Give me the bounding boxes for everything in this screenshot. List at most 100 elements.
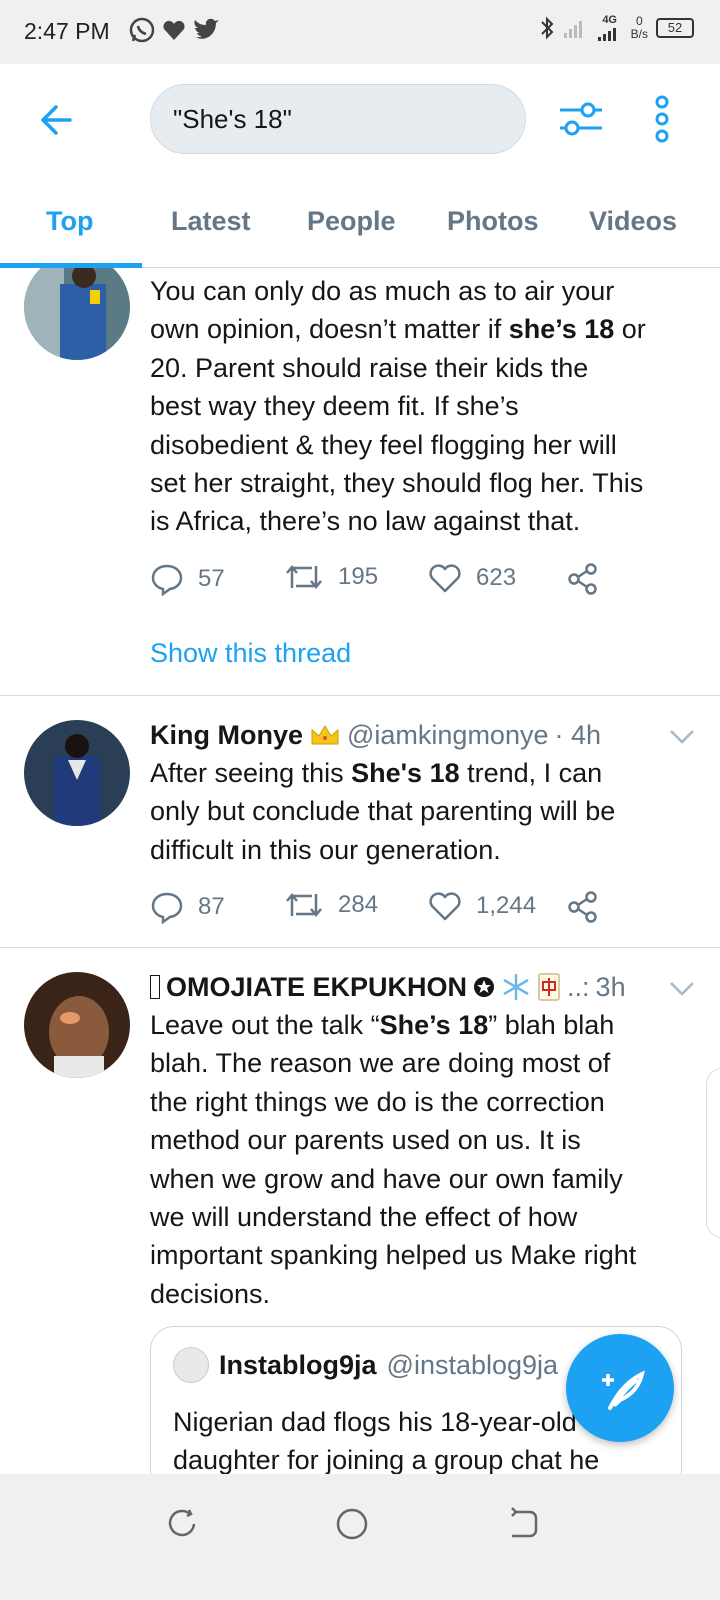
reply-icon	[151, 892, 183, 924]
crown-emoji-icon	[311, 725, 339, 745]
share-icon	[568, 563, 597, 595]
tweet-text: You can only do as much as to air your o…	[150, 272, 690, 541]
share-button[interactable]	[566, 890, 600, 924]
tab-videos[interactable]: Videos	[589, 206, 677, 237]
retweet-icon	[286, 565, 322, 589]
retweet-button[interactable]: 284	[284, 890, 378, 920]
like-button[interactable]: 623	[428, 562, 516, 594]
like-count: 623	[476, 564, 517, 591]
tweet-text-line: blah. The reason we are doing most of	[150, 1048, 611, 1079]
bluetooth-icon	[540, 16, 554, 40]
author-name[interactable]: OMOJIATE EKPUKHON	[166, 968, 467, 1006]
tweet-content: King Monye @iamkingmonye · 4h After seei…	[150, 716, 690, 869]
search-filter-icon[interactable]	[558, 96, 604, 142]
tab-latest[interactable]: Latest	[171, 206, 251, 237]
mahjong-tile-icon	[538, 973, 560, 1001]
reply-icon	[151, 564, 183, 596]
reply-button[interactable]: 57	[150, 562, 225, 596]
snowflake-emoji-icon	[503, 974, 529, 1000]
avatar[interactable]	[24, 268, 130, 360]
tweet-text-line: we will understand the effect of how	[150, 1202, 578, 1233]
network-type-label: 4G	[602, 14, 617, 26]
compose-feather-icon	[602, 1370, 645, 1410]
tweet-header: King Monye @iamkingmonye · 4h	[150, 716, 690, 754]
tweet-text-line: important spanking helped us Make right	[150, 1240, 637, 1271]
tweet-header: OMOJIATE EKPUKHON ..: 3h	[150, 968, 690, 1006]
quoted-avatar	[173, 1347, 209, 1383]
tweet-feed[interactable]: You can only do as much as to air your o…	[0, 268, 720, 1474]
tweet[interactable]: King Monye @iamkingmonye · 4h After seei…	[0, 696, 720, 948]
reply-count: 57	[198, 565, 225, 592]
author-handle[interactable]: @iamkingmonye	[347, 716, 549, 754]
tweet-time: 3h	[595, 972, 626, 1002]
signal-icon	[563, 21, 582, 38]
like-icon	[429, 892, 461, 921]
status-bar: 2:47 PM 4G 0 B/s 52	[0, 0, 720, 64]
speed-unit: B/s	[630, 27, 648, 41]
home-icon[interactable]	[332, 1504, 372, 1544]
tweet[interactable]: You can only do as much as to air your o…	[0, 268, 720, 696]
quoted-author-handle[interactable]: @instablog9ja	[387, 1350, 559, 1381]
author-name[interactable]: King Monye	[150, 716, 303, 754]
back-arrow-icon[interactable]	[36, 100, 76, 140]
status-indicators: 4G 0 B/s 52	[539, 14, 694, 42]
tweet-text-line: the right things we do is the correction	[150, 1086, 605, 1117]
tweet-text-line: only but conclude that parenting will be	[150, 796, 616, 827]
edge-panel-handle[interactable]	[706, 1068, 720, 1238]
star-badge-icon	[474, 977, 495, 997]
tweet-text-line: when we grow and have our own family	[150, 1163, 623, 1194]
tweet-text-line: best way they deem fit. If she’s	[150, 391, 519, 422]
tweet-time: · 4h	[554, 720, 602, 750]
whatsapp-icon	[129, 17, 155, 43]
tweet-actions: 87 284 1,244	[150, 890, 620, 930]
tweet-text-line: disobedient & they feel flogging her wil…	[150, 429, 617, 460]
chevron-down-icon[interactable]	[668, 728, 696, 746]
retweet-count: 195	[338, 563, 379, 590]
tweet-text-line: decisions.	[150, 1278, 271, 1309]
status-time: 2:47 PM	[24, 18, 110, 44]
tweet-text-line: difficult in this our generation.	[150, 834, 501, 865]
tweet-text-line: 20. Parent should raise their kids the	[150, 352, 589, 383]
chevron-down-icon[interactable]	[668, 980, 696, 998]
tweet-text-line: set her straight, they should flog her. …	[150, 468, 644, 499]
search-header: "She's 18"	[0, 64, 720, 184]
retweet-count: 284	[338, 891, 379, 918]
show-thread-link[interactable]: Show this thread	[150, 638, 351, 669]
recent-apps-icon[interactable]	[162, 1504, 202, 1544]
tweet-content: OMOJIATE EKPUKHON ..: 3h Leave out the t…	[150, 968, 690, 1313]
heart-icon	[163, 20, 185, 40]
tweet-text-line: After seeing this She's 18 trend, I can	[150, 758, 603, 788]
avatar[interactable]	[24, 720, 130, 826]
retweet-button[interactable]: 195	[284, 562, 378, 592]
author-handle[interactable]: ..:	[567, 968, 590, 1006]
tab-people[interactable]: People	[307, 206, 396, 237]
quoted-author-name[interactable]: Instablog9ja	[219, 1350, 377, 1381]
tweet-actions: 57 195 623	[150, 562, 620, 602]
like-button[interactable]: 1,244	[428, 890, 536, 922]
share-button[interactable]	[566, 562, 600, 596]
like-count: 1,244	[476, 892, 537, 919]
search-tabs: Top Latest People Photos Videos	[0, 184, 720, 268]
retweet-icon	[286, 893, 322, 917]
twitter-icon	[194, 18, 219, 39]
like-icon	[429, 564, 461, 593]
quoted-tweet-header: Instablog9ja @instablog9ja	[173, 1347, 558, 1383]
reply-button[interactable]: 87	[150, 890, 225, 924]
tweet-text-line: is Africa, there’s no law against that.	[150, 506, 581, 537]
tweet-text-line: You can only do as much as to air your	[150, 276, 615, 306]
search-input[interactable]: "She's 18"	[150, 84, 526, 154]
tweet-text-line: own opinion, doesn’t matter if she’s 18 …	[150, 314, 646, 345]
tweet-text-line: method our parents used on us. It is	[150, 1125, 581, 1156]
more-options-icon[interactable]	[648, 94, 676, 144]
share-icon	[568, 891, 597, 923]
back-icon[interactable]	[502, 1504, 542, 1544]
tweet-text-line: Leave out the talk “She’s 18” blah blah	[150, 1010, 615, 1040]
tab-top[interactable]: Top	[46, 206, 93, 237]
tab-photos[interactable]: Photos	[447, 206, 539, 237]
mobile-signal-icon	[597, 28, 616, 41]
battery-indicator: 52	[656, 18, 694, 38]
avatar[interactable]	[24, 972, 130, 1078]
compose-tweet-button[interactable]	[566, 1334, 674, 1442]
system-nav-bar	[0, 1474, 720, 1600]
reply-count: 87	[198, 893, 225, 920]
